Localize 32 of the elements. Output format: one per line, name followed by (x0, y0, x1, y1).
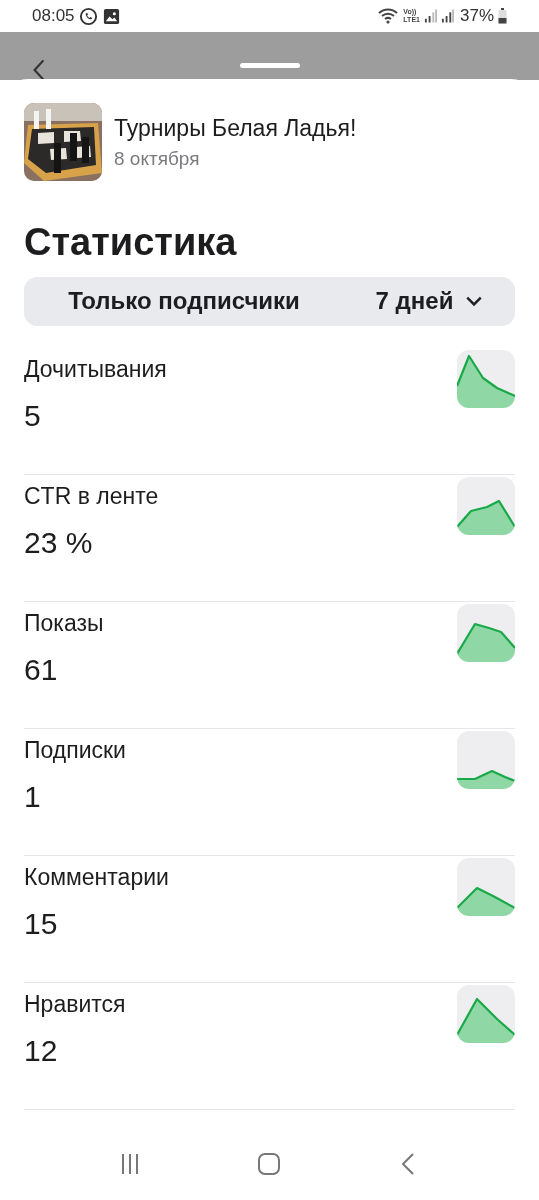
metric-label: Комментарии (24, 862, 169, 892)
metric-value: 12 (24, 1032, 59, 1069)
home-icon[interactable] (257, 1152, 282, 1176)
sparkline-chart (457, 349, 515, 408)
metric-value: 61 (24, 651, 59, 688)
post-title: Турниры Белая Ладья! (114, 114, 357, 142)
section-heading: Статистика (24, 220, 238, 265)
metric-label: Нравится (24, 989, 126, 1019)
metric-value: 1 (24, 778, 42, 815)
battery-icon (498, 8, 507, 24)
metric-value: 5 (24, 397, 42, 434)
drag-handle[interactable] (240, 63, 300, 68)
sparkline-chart (457, 603, 515, 662)
clock: 08:05 (32, 6, 75, 26)
metric-label: Подписки (24, 735, 126, 765)
post-date: 8 октября (114, 147, 201, 170)
metric-value: 23 % (24, 524, 94, 561)
sparkline-chart (457, 857, 515, 916)
metric-label: Дочитывания (24, 354, 167, 384)
chevron-down-icon (465, 295, 484, 308)
metric-value: 15 (24, 905, 59, 942)
image-icon (101, 6, 121, 26)
signal-icon (440, 9, 454, 23)
wifi-icon (377, 7, 400, 25)
sparkline-chart (457, 730, 515, 789)
battery-percent: 37% (459, 6, 494, 26)
chat-bubble-icon (78, 6, 98, 26)
sparkline-chart (457, 476, 515, 535)
metric-label: Показы (24, 608, 104, 638)
signal-icon (423, 9, 437, 23)
metric-label: CTR в ленте (24, 481, 159, 511)
sparkline-chart (457, 984, 515, 1043)
